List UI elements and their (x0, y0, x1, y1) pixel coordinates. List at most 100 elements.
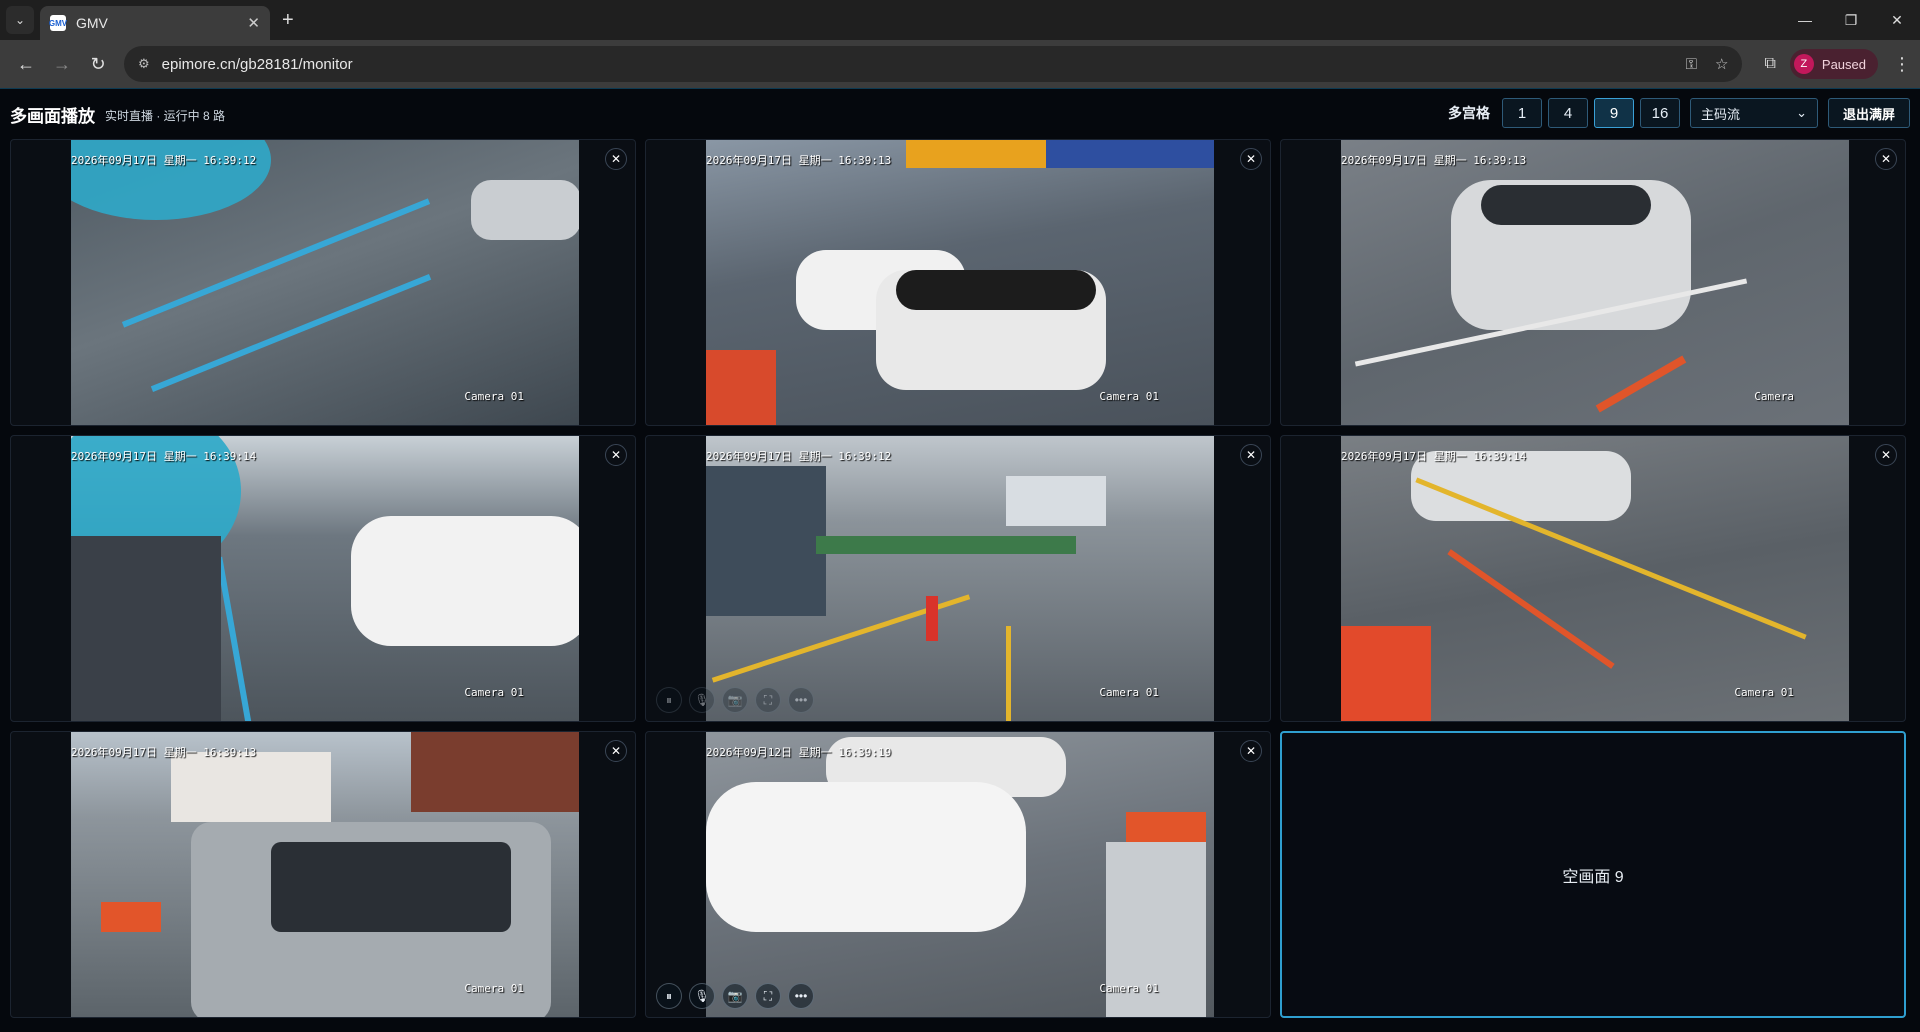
video-cell-7[interactable]: 2026年09月17日 星期一 16:39:13 Camera 01 ✕ (10, 731, 636, 1018)
bollard (926, 596, 938, 641)
car-shape (471, 180, 579, 240)
grid-16-button[interactable]: 16 (1639, 98, 1680, 128)
video-feed[interactable]: 2026年09月17日 星期一 16:39:12 Camera 01 (71, 140, 579, 425)
close-icon[interactable]: ✕ (1875, 148, 1897, 170)
video-cell-5[interactable]: 2026年09月17日 星期一 16:39:12 Camera 01 ✕ ⏸ 🎙… (645, 435, 1271, 722)
osd-camera-label: Camera 01 (1099, 982, 1159, 995)
parking-line (216, 556, 252, 721)
mic-icon[interactable]: 🎙 (689, 983, 715, 1009)
video-feed[interactable]: 2026年09月17日 星期一 16:39:14 Camera 01 (1341, 436, 1849, 721)
window-close-icon[interactable]: ✕ (1874, 0, 1920, 40)
osd-camera-label: Camera 01 (1099, 686, 1159, 699)
charger-body (71, 536, 221, 721)
grid-1-button[interactable]: 1 (1501, 98, 1542, 128)
close-icon[interactable]: ✕ (1240, 444, 1262, 466)
gmv-favicon-icon: GMV (49, 15, 67, 31)
wheel-stop (1595, 355, 1687, 413)
video-feed[interactable]: 2026年09月17日 星期一 16:39:13 Camera 01 (706, 140, 1214, 425)
fullscreen-icon[interactable]: ⛶ (755, 983, 781, 1009)
pause-icon[interactable]: ⏸ (656, 983, 682, 1009)
video-cell-2[interactable]: 2026年09月17日 星期一 16:39:13 Camera 01 ✕ (645, 139, 1271, 426)
browser-tab-gmv[interactable]: GMV GMV ✕ (40, 6, 270, 40)
more-icon[interactable]: ••• (788, 687, 814, 713)
back-icon[interactable]: ← (8, 46, 44, 82)
view-controls: 多宫格 1 4 9 16 主码流 ⌄ 退出满屏 (1448, 98, 1910, 128)
monitor-app: 多画面播放 实时直播 · 运行中 8 路 多宫格 1 4 9 16 主码流 ⌄ … (0, 88, 1920, 1032)
fullscreen-icon[interactable]: ⛶ (755, 687, 781, 713)
profile-button[interactable]: Z Paused (1789, 49, 1878, 79)
video-grid: 2026年09月17日 星期一 16:39:12 Camera 01 ✕ 202… (10, 139, 1910, 1025)
osd-timestamp: 2026年09月17日 星期一 16:39:14 (1341, 450, 1527, 463)
parking-line (150, 274, 432, 392)
stream-select[interactable]: 主码流 ⌄ (1689, 98, 1818, 128)
close-icon[interactable]: ✕ (605, 148, 627, 170)
pause-icon[interactable]: ⏸ (656, 687, 682, 713)
charger-base (1341, 626, 1431, 721)
cabinet-fans (271, 842, 511, 932)
building (706, 466, 826, 616)
address-bar[interactable]: ⚙ epimore.cn/gb28181/monitor ⚿ ☆ (124, 46, 1743, 82)
reload-icon[interactable]: ↻ (80, 46, 116, 82)
site-info-icon[interactable]: ⚙ (138, 56, 150, 72)
more-icon[interactable]: ••• (788, 983, 814, 1009)
video-feed[interactable]: 2026年09月17日 星期一 16:39:12 Camera 01 (706, 436, 1214, 721)
osd-timestamp: 2026年09月12日 星期一 16:39:19 (706, 746, 892, 759)
car-shape (351, 516, 579, 646)
page-title: 多画面播放 (10, 106, 95, 126)
app-header: 多画面播放 实时直播 · 运行中 8 路 多宫格 1 4 9 16 主码流 ⌄ … (0, 89, 1920, 139)
video-feed[interactable]: 2026年09月12日 星期一 16:39:19 Camera 01 (706, 732, 1214, 1017)
road-line (1006, 626, 1011, 721)
stream-select-value: 主码流 (1700, 106, 1740, 122)
tab-search-icon[interactable]: ⌄ (6, 6, 34, 34)
extensions-icon[interactable]: ⧉ (1764, 55, 1775, 73)
tab-close-icon[interactable]: ✕ (247, 14, 260, 32)
close-icon[interactable]: ✕ (605, 444, 627, 466)
restore-icon[interactable]: ❐ (1828, 0, 1874, 40)
camera-snapshot-icon[interactable]: 📷 (722, 687, 748, 713)
grid-4-button[interactable]: 4 (1547, 98, 1588, 128)
close-icon[interactable]: ✕ (605, 740, 627, 762)
url-text: epimore.cn/gb28181/monitor (161, 55, 353, 73)
osd-timestamp: 2026年09月17日 星期一 16:39:13 (706, 154, 892, 167)
minimize-icon[interactable]: — (1782, 0, 1828, 40)
profile-status: Paused (1821, 56, 1866, 72)
wheel-stop (1447, 549, 1615, 669)
empty-cell-9[interactable]: 空画面 9 (1280, 731, 1906, 1018)
video-cell-4[interactable]: 2026年09月17日 星期一 16:39:14 Camera 01 ✕ (10, 435, 636, 722)
browser-menu-icon[interactable]: ⋮ (1892, 54, 1912, 75)
empty-cell-label: 空画面 9 (1562, 868, 1624, 886)
video-cell-8[interactable]: 2026年09月12日 星期一 16:39:19 Camera 01 ✕ ⏸ 🎙… (645, 731, 1271, 1018)
video-feed[interactable]: 2026年09月17日 星期一 16:39:14 Camera 01 (71, 436, 579, 721)
chevron-down-icon: ⌄ (1796, 105, 1807, 120)
osd-camera-label: Camera (1754, 390, 1794, 403)
close-icon[interactable]: ✕ (1240, 740, 1262, 762)
window-controls: — ❐ ✕ (1782, 0, 1920, 40)
exit-fullscreen-button[interactable]: 退出满屏 (1827, 98, 1910, 128)
playback-controls: ⏸ 🎙 📷 ⛶ ••• (656, 983, 821, 1009)
mic-icon[interactable]: 🎙 (689, 687, 715, 713)
video-cell-1[interactable]: 2026年09月17日 星期一 16:39:12 Camera 01 ✕ (10, 139, 636, 426)
video-cell-3[interactable]: 2026年09月17日 星期一 16:39:13 Camera ✕ (1280, 139, 1906, 426)
osd-camera-label: Camera 01 (1734, 686, 1794, 699)
osd-timestamp: 2026年09月17日 星期一 16:39:12 (706, 450, 892, 463)
car-roof (896, 270, 1096, 310)
close-icon[interactable]: ✕ (1240, 148, 1262, 170)
bookmark-star-icon[interactable]: ☆ (1715, 55, 1728, 73)
video-cell-6[interactable]: 2026年09月17日 星期一 16:39:14 Camera 01 ✕ (1280, 435, 1906, 722)
car-shape (706, 782, 1026, 932)
osd-timestamp: 2026年09月17日 星期一 16:39:13 (1341, 154, 1527, 167)
close-icon[interactable]: ✕ (1875, 444, 1897, 466)
video-feed[interactable]: 2026年09月17日 星期一 16:39:13 Camera 01 (71, 732, 579, 1017)
camera-snapshot-icon[interactable]: 📷 (722, 983, 748, 1009)
suv-window (1481, 185, 1651, 225)
playback-controls: ⏸ 🎙 📷 ⛶ ••• (656, 687, 821, 713)
forward-icon[interactable]: → (44, 46, 80, 82)
charger-base (706, 350, 776, 425)
osd-camera-label: Camera 01 (464, 390, 524, 403)
browser-tabbar: ⌄ GMV GMV ✕ + — ❐ ✕ (0, 0, 1920, 40)
video-feed[interactable]: 2026年09月17日 星期一 16:39:13 Camera (1341, 140, 1849, 425)
osd-camera-label: Camera 01 (1099, 390, 1159, 403)
password-key-icon[interactable]: ⚿ (1686, 56, 1697, 73)
new-tab-icon[interactable]: + (282, 9, 294, 32)
grid-9-button[interactable]: 9 (1593, 98, 1634, 128)
